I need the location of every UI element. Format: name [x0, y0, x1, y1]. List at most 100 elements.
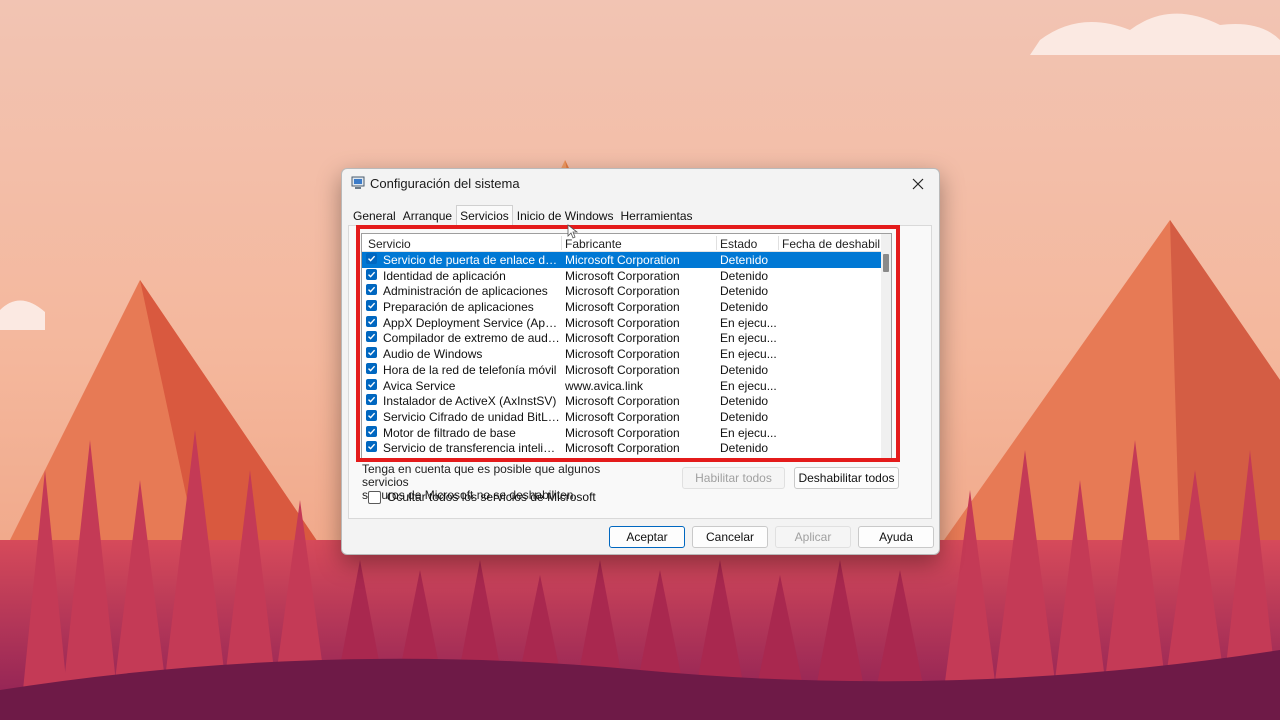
checkmark-icon	[368, 443, 376, 450]
service-row[interactable]: Preparación de aplicaciones Microsoft Cor…	[362, 299, 881, 315]
column-header-fecha[interactable]: Fecha de deshabil...	[782, 237, 882, 251]
checkmark-icon	[368, 349, 376, 356]
service-name: AppX Deployment Service (AppXS...	[383, 315, 561, 330]
service-name: Avica Service	[383, 378, 456, 393]
service-row[interactable]: Motor de filtrado de base Microsoft Corpo…	[362, 425, 881, 441]
checkbox-box[interactable]	[368, 490, 381, 504]
service-vendor: Microsoft Corporation	[565, 253, 680, 267]
note-line-1: Tenga en cuenta que es posible que algun…	[362, 462, 601, 489]
service-row[interactable]: Avica Service www.avica.link En ejecu...	[362, 378, 881, 394]
service-checkbox[interactable]	[366, 425, 377, 437]
service-name: Servicio Cifrado de unidad BitLocker	[383, 409, 561, 424]
service-row[interactable]: Servicio de puerta de enlace de ni... Mic…	[362, 252, 881, 268]
service-state: Detenido	[720, 441, 769, 456]
service-state: En ejecu...	[720, 331, 777, 346]
service-state: Detenido	[720, 394, 769, 409]
column-divider[interactable]	[561, 236, 562, 250]
service-name: Servicio de puerta de enlace de ni...	[383, 253, 561, 267]
disable-all-button[interactable]: Deshabilitar todos	[794, 467, 899, 489]
service-checkbox[interactable]	[366, 268, 377, 280]
service-checkbox[interactable]	[366, 441, 377, 453]
checkmark-icon	[368, 365, 376, 372]
vertical-scrollbar[interactable]	[881, 234, 891, 460]
column-header-fabricante[interactable]: Fabricante	[565, 237, 715, 251]
checkmark-icon	[368, 334, 376, 341]
service-row[interactable]: AppX Deployment Service (AppXS... Microso…	[362, 315, 881, 331]
service-vendor: Microsoft Corporation	[565, 268, 680, 283]
service-checkbox[interactable]	[366, 362, 377, 374]
service-row[interactable]: Hora de la red de telefonía móvil Microso…	[362, 362, 881, 378]
scrollbar-thumb[interactable]	[883, 254, 889, 272]
service-state: Detenido	[720, 253, 769, 267]
hide-microsoft-services-checkbox[interactable]: Ocultar todos los servicios de Microsoft	[368, 490, 596, 504]
service-row[interactable]: Instalador de ActiveX (AxInstSV) Microsof…	[362, 393, 881, 409]
hide-microsoft-services-label: Ocultar todos los servicios de Microsoft	[387, 490, 596, 504]
service-vendor: Microsoft Corporation	[565, 441, 680, 456]
service-state: En ejecu...	[720, 315, 777, 330]
checkmark-icon	[368, 412, 376, 419]
column-header-servicio[interactable]: Servicio	[368, 237, 558, 251]
service-name: Administración de aplicaciones	[383, 284, 548, 299]
enable-all-button[interactable]: Habilitar todos	[682, 467, 785, 489]
services-list[interactable]: Servicio Fabricante Estado Fecha de desh…	[361, 233, 892, 461]
service-name: Motor de filtrado de base	[383, 425, 516, 440]
service-vendor: Microsoft Corporation	[565, 394, 680, 409]
tab-strip: General Arranque Servicios Inicio de Win…	[350, 205, 697, 225]
service-name: Instalador de ActiveX (AxInstSV)	[383, 394, 557, 409]
tab-herramientas[interactable]: Herramientas	[617, 207, 695, 225]
service-vendor: Microsoft Corporation	[565, 425, 680, 440]
checkmark-icon	[368, 318, 376, 325]
service-row[interactable]: Servicio de transferencia inteligent... M…	[362, 440, 881, 456]
tab-arranque[interactable]: Arranque	[400, 207, 455, 225]
service-name: Identidad de aplicación	[383, 268, 506, 283]
service-vendor: www.avica.link	[565, 378, 644, 393]
service-row[interactable]: Administración de aplicaciones Microsoft …	[362, 283, 881, 299]
service-checkbox[interactable]	[366, 347, 377, 359]
close-icon	[912, 178, 924, 190]
checkmark-icon	[368, 302, 376, 309]
service-state: Detenido	[720, 300, 769, 315]
services-tab-pane: Servicio Fabricante Estado Fecha de desh…	[348, 225, 932, 519]
tab-inicio-de-windows[interactable]: Inicio de Windows	[514, 207, 617, 225]
service-state: Detenido	[720, 268, 769, 283]
service-row[interactable]: Compilador de extremo de audio ... Micros…	[362, 330, 881, 346]
column-header-estado[interactable]: Estado	[720, 237, 778, 251]
service-checkbox[interactable]	[366, 394, 377, 406]
help-button[interactable]: Ayuda	[858, 526, 934, 548]
checkmark-icon	[368, 381, 376, 388]
service-state: En ejecu...	[720, 378, 777, 393]
service-row[interactable]: Identidad de aplicación Microsoft Corpora…	[362, 268, 881, 284]
service-checkbox[interactable]	[366, 378, 377, 390]
service-name: Servicio de transferencia inteligent...	[383, 441, 561, 456]
service-checkbox[interactable]	[366, 331, 377, 343]
service-state: En ejecu...	[720, 425, 777, 440]
checkmark-icon	[368, 271, 376, 278]
service-checkbox[interactable]	[366, 253, 377, 264]
column-divider[interactable]	[778, 236, 779, 250]
service-vendor: Microsoft Corporation	[565, 300, 680, 315]
service-vendor: Microsoft Corporation	[565, 284, 680, 299]
service-row[interactable]: Servicio Cifrado de unidad BitLocker Micr…	[362, 409, 881, 425]
ok-button[interactable]: Aceptar	[609, 526, 685, 548]
service-state: En ejecu...	[720, 347, 777, 362]
column-divider[interactable]	[716, 236, 717, 250]
service-vendor: Microsoft Corporation	[565, 409, 680, 424]
service-name: Audio de Windows	[383, 347, 483, 362]
service-row[interactable]: Audio de Windows Microsoft Corporation En …	[362, 346, 881, 362]
service-rows: Servicio de puerta de enlace de ni... Mic…	[362, 252, 881, 456]
service-checkbox[interactable]	[366, 300, 377, 312]
close-button[interactable]	[903, 171, 933, 197]
tab-servicios[interactable]: Servicios	[456, 205, 513, 225]
tab-general[interactable]: General	[350, 207, 399, 225]
cancel-button[interactable]: Cancelar	[692, 526, 768, 548]
window-title: Configuración del sistema	[370, 176, 520, 191]
service-vendor: Microsoft Corporation	[565, 331, 680, 346]
list-header: Servicio Fabricante Estado Fecha de desh…	[362, 234, 885, 252]
service-checkbox[interactable]	[366, 284, 377, 296]
service-checkbox[interactable]	[366, 315, 377, 327]
service-checkbox[interactable]	[366, 409, 377, 421]
checkmark-icon	[368, 396, 376, 403]
apply-button[interactable]: Aplicar	[775, 526, 851, 548]
checkmark-icon	[368, 287, 376, 293]
checkmark-icon	[368, 255, 376, 262]
